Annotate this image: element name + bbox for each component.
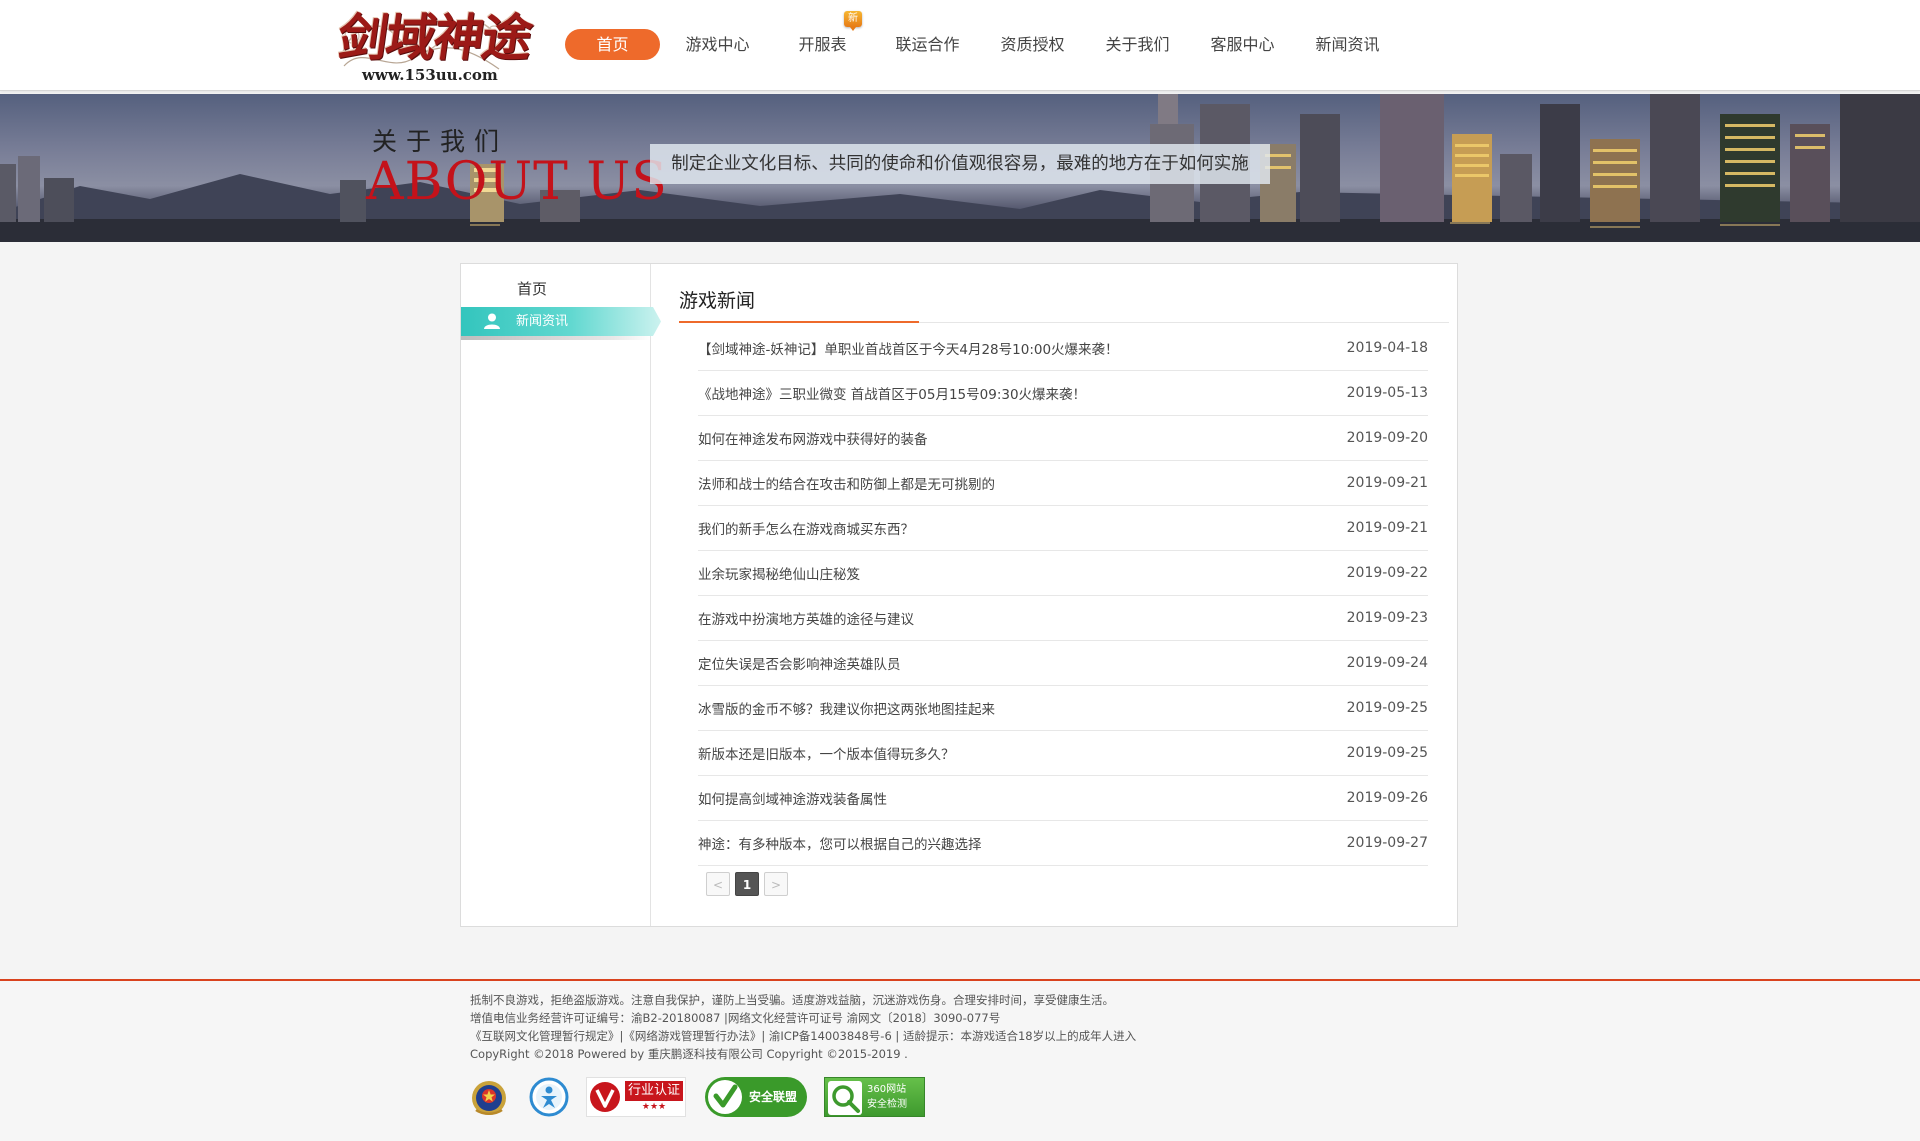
news-list: 【剑域神途-妖神记】单职业首战首区于今天4月28号10:00火爆来袭！ 2019… (698, 326, 1428, 866)
news-title[interactable]: 法师和战士的结合在攻击和防御上都是无可挑剔的 (698, 473, 995, 493)
sidebar-title[interactable]: 首页 (461, 274, 650, 304)
nav-item-news[interactable]: 新闻资讯 (1300, 29, 1395, 60)
service-man-icon[interactable] (529, 1077, 569, 1117)
footer-text: 抵制不良游戏，拒绝盗版游戏。注意自我保护，谨防上当受骗。适度游戏益脑，沉迷游戏伤… (470, 991, 1136, 1063)
about-banner: 关于我们 ABOUT US 制定企业文化目标、共同的使命和价值观很容易，最难的地… (0, 94, 1920, 242)
news-item[interactable]: 在游戏中扮演地方英雄的途径与建议 2019-09-23 (698, 596, 1428, 641)
nav-label: 首页 (596, 35, 629, 54)
nav-item-about[interactable]: 关于我们 (1090, 29, 1185, 60)
news-title[interactable]: 定位失误是否会影响神途英雄队员 (698, 653, 901, 673)
news-title[interactable]: 业余玩家揭秘绝仙山庄秘笈 (698, 563, 860, 583)
news-title[interactable]: 在游戏中扮演地方英雄的途径与建议 (698, 608, 914, 628)
pager-prev-button[interactable]: < (706, 872, 730, 896)
banner-slogan: 制定企业文化目标、共同的使命和价值观很容易，最难的地方在于如何实施 (650, 144, 1270, 184)
main-nav: 首页 游戏中心 开服表 新 联运合作 资质授权 关于我们 客服中心 新闻资讯 (565, 11, 1405, 60)
news-date: 2019-09-25 (1346, 700, 1428, 716)
nav-label: 资质授权 (1000, 35, 1065, 54)
news-title[interactable]: 如何提高剑域神途游戏装备属性 (698, 788, 887, 808)
nav-item-cooperation[interactable]: 联运合作 (880, 29, 975, 60)
news-title[interactable]: 【剑域神途-妖神记】单职业首战首区于今天4月28号10:00火爆来袭！ (698, 338, 1119, 358)
news-date: 2019-09-25 (1346, 745, 1428, 761)
news-date: 2019-09-21 (1346, 475, 1428, 491)
industry-cert-stars: ★★★ (641, 1102, 667, 1112)
main-panel: 首页 新闻资讯 游戏新闻 【剑域神途-妖神记】单职业首战首区于今天4月28号10… (460, 263, 1458, 927)
title-divider-accent (679, 321, 919, 323)
site-footer: 抵制不良游戏，拒绝盗版游戏。注意自我保护，谨防上当受骗。适度游戏益脑，沉迷游戏伤… (0, 981, 1920, 1141)
news-title[interactable]: 冰雪版的金币不够？我建议你把这两张地图挂起来 (698, 698, 995, 718)
news-item[interactable]: 我们的新手怎么在游戏商城买东西？ 2019-09-21 (698, 506, 1428, 551)
news-item[interactable]: 定位失误是否会影响神途英雄队员 2019-09-24 (698, 641, 1428, 686)
content-title: 游戏新闻 (679, 290, 756, 312)
banner-title-en: ABOUT US (366, 152, 668, 212)
news-item[interactable]: 法师和战士的结合在攻击和防御上都是无可挑剔的 2019-09-21 (698, 461, 1428, 506)
footer-line-4: CopyRight ©2018 Powered by 重庆鹏逐科技有限公司 Co… (470, 1047, 908, 1061)
nav-item-game-center[interactable]: 游戏中心 (670, 29, 765, 60)
news-date: 2019-09-24 (1346, 655, 1428, 671)
news-item[interactable]: 冰雪版的金币不够？我建议你把这两张地图挂起来 2019-09-25 (698, 686, 1428, 731)
news-date: 2019-04-18 (1346, 340, 1428, 356)
360-security-text-2: 安全检测 (867, 1099, 907, 1110)
new-badge: 新 (844, 11, 862, 31)
news-date: 2019-09-27 (1346, 835, 1428, 851)
nav-label: 客服中心 (1210, 35, 1275, 54)
sidebar-item-news[interactable]: 新闻资讯 (461, 307, 661, 336)
news-title[interactable]: 我们的新手怎么在游戏商城买东西？ (698, 518, 914, 538)
logo-url: www.153uu.com (362, 66, 498, 84)
nav-label: 关于我们 (1105, 35, 1170, 54)
security-alliance-text: 安全联盟 (749, 1090, 798, 1104)
news-date: 2019-09-20 (1346, 430, 1428, 446)
nav-label: 开服表 (798, 35, 847, 54)
sidebar-item-label: 新闻资讯 (516, 314, 569, 329)
user-icon (484, 313, 500, 329)
sidebar-item-shadow (461, 336, 651, 340)
news-title[interactable]: 如何在神途发布网游戏中获得好的装备 (698, 428, 928, 448)
site-header: 剑域神途 www.153uu.com 首页 游戏中心 开服表 新 联运合作 资质… (0, 0, 1920, 91)
news-title[interactable]: 神途：有多种版本，您可以根据自己的兴趣选择 (698, 833, 982, 853)
news-item[interactable]: 【剑域神途-妖神记】单职业首战首区于今天4月28号10:00火爆来袭！ 2019… (698, 326, 1428, 371)
sidebar: 首页 新闻资讯 (461, 264, 661, 926)
nav-item-license[interactable]: 资质授权 (985, 29, 1080, 60)
news-date: 2019-09-22 (1346, 565, 1428, 581)
news-title[interactable]: 《战地神途》三职业微变 首战首区于05月15号09:30火爆来袭！ (698, 383, 1086, 403)
news-item[interactable]: 如何提高剑域神途游戏装备属性 2019-09-26 (698, 776, 1428, 821)
footer-line-3: 《互联网文化管理暂行规定》|《网络游戏管理暂行办法》| 渝ICP备1400384… (470, 1029, 1137, 1043)
nav-label: 新闻资讯 (1315, 35, 1380, 54)
footer-line-2: 增值电信业务经营许可证编号：渝B2-20180087 |网络文化经营许可证号 渝… (470, 1011, 1001, 1025)
nav-item-service[interactable]: 客服中心 (1195, 29, 1290, 60)
360-security-text-1: 360网站 (867, 1084, 907, 1095)
news-date: 2019-09-23 (1346, 610, 1428, 626)
industry-cert-icon (590, 1082, 620, 1112)
news-item[interactable]: 神途：有多种版本，您可以根据自己的兴趣选择 2019-09-27 (698, 821, 1428, 866)
nav-label: 联运合作 (895, 35, 960, 54)
industry-cert-badge[interactable]: 行业认证 ★★★ (586, 1077, 686, 1117)
industry-cert-text: 行业认证 (625, 1081, 683, 1101)
nav-item-home[interactable]: 首页 (565, 29, 660, 60)
news-item[interactable]: 新版本还是旧版本，一个版本值得玩多久？ 2019-09-25 (698, 731, 1428, 776)
news-date: 2019-09-21 (1346, 520, 1428, 536)
police-emblem-icon[interactable] (469, 1077, 509, 1117)
security-alliance-badge[interactable]: 安全联盟 (705, 1077, 807, 1117)
site-logo[interactable]: 剑域神途 www.153uu.com (334, 6, 534, 88)
pager-page-1[interactable]: 1 (735, 872, 759, 896)
footer-line-1: 抵制不良游戏，拒绝盗版游戏。注意自我保护，谨防上当受骗。适度游戏益脑，沉迷游戏伤… (470, 993, 1114, 1007)
news-title[interactable]: 新版本还是旧版本，一个版本值得玩多久？ (698, 743, 955, 763)
news-date: 2019-09-26 (1346, 790, 1428, 806)
news-item[interactable]: 如何在神途发布网游戏中获得好的装备 2019-09-20 (698, 416, 1428, 461)
pager-next-button[interactable]: > (764, 872, 788, 896)
logo-title: 剑域神途 (333, 8, 535, 67)
news-date: 2019-05-13 (1346, 385, 1428, 401)
security-alliance-icon (708, 1080, 742, 1114)
news-item[interactable]: 业余玩家揭秘绝仙山庄秘笈 2019-09-22 (698, 551, 1428, 596)
360-security-badge[interactable]: 360网站 安全检测 (824, 1077, 925, 1117)
news-item[interactable]: 《战地神途》三职业微变 首战首区于05月15号09:30火爆来袭！ 2019-0… (698, 371, 1428, 416)
news-content: 游戏新闻 【剑域神途-妖神记】单职业首战首区于今天4月28号10:00火爆来袭！… (651, 264, 1457, 926)
nav-label: 游戏中心 (685, 35, 750, 54)
pagination: < 1 > (706, 872, 788, 896)
360-security-icon (828, 1081, 862, 1115)
nav-item-server-list[interactable]: 开服表 新 (775, 11, 870, 60)
